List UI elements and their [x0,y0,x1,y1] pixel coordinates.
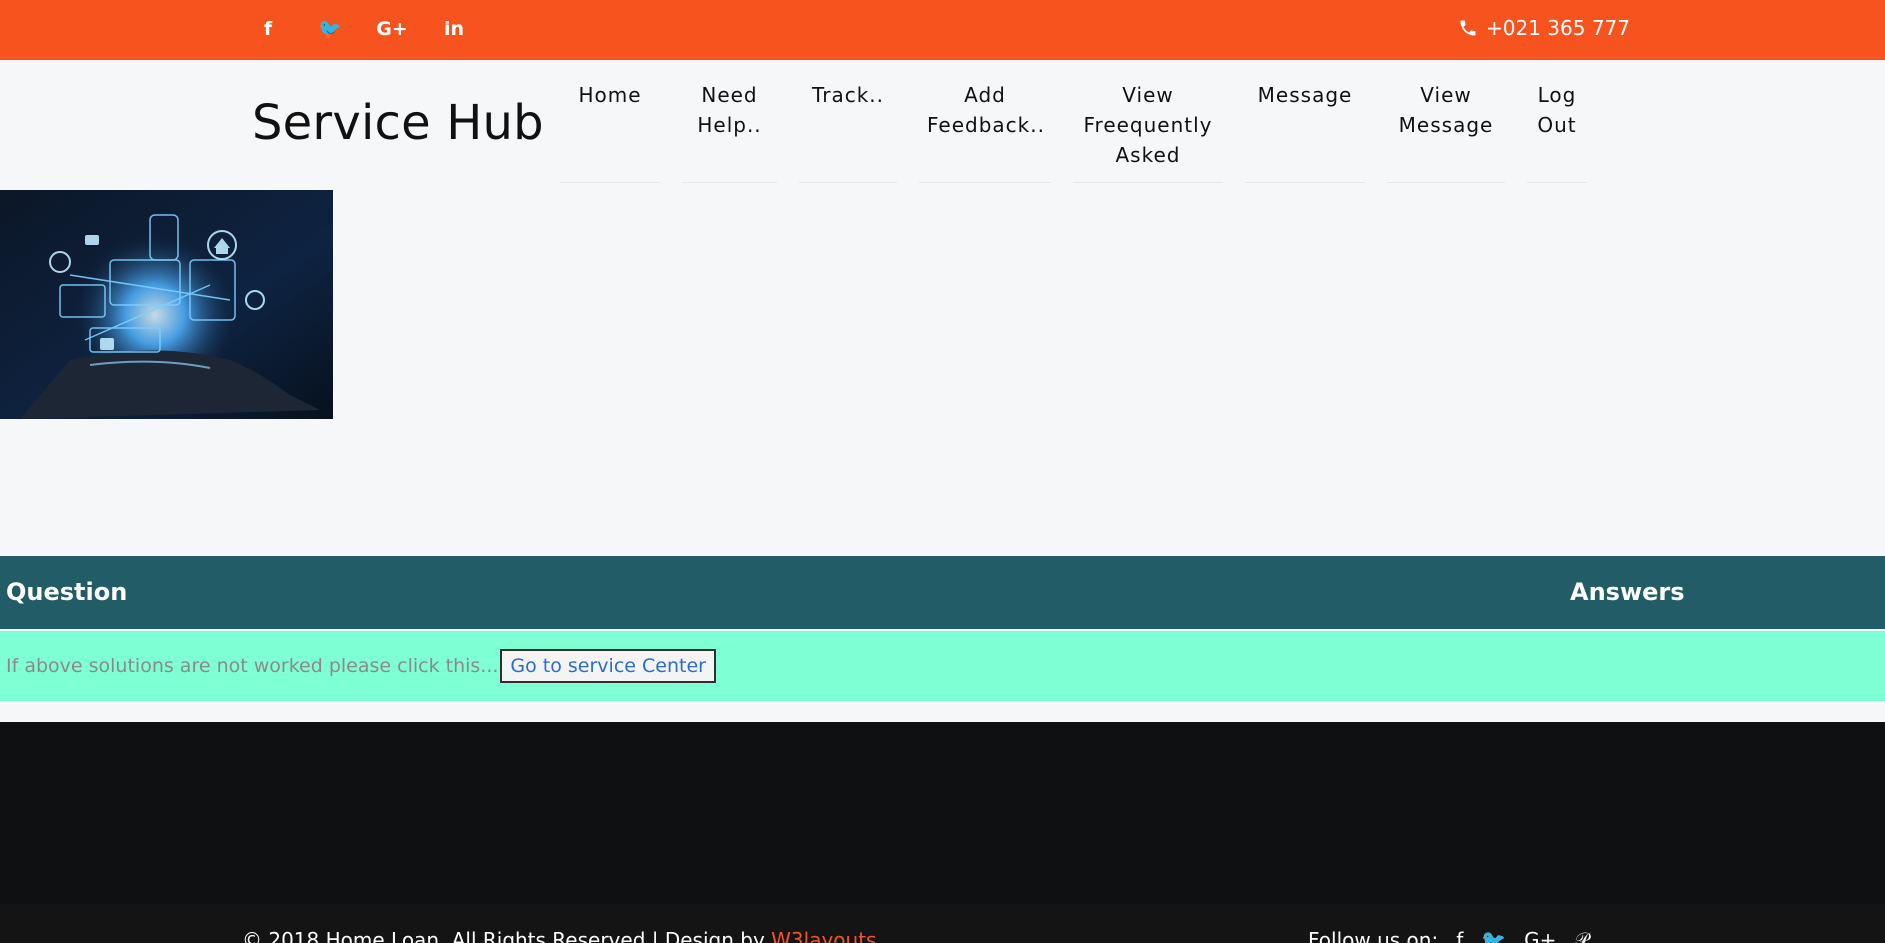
technology-illustration [0,190,333,419]
social-links: f 🐦 G+ in [250,16,472,42]
qa-table-row: If above solutions are not worked please… [0,631,1885,701]
facebook-icon[interactable]: f [250,16,286,42]
top-bar: f 🐦 G+ in +021 365 777 [0,0,1885,60]
nav-view-message[interactable]: View Message [1387,80,1505,183]
footer-bottom-bar: © 2018 Home Loan. All Rights Reserved | … [0,904,1885,943]
answers-column-header: Answers [1570,578,1685,606]
follow-us-label: Follow us on: [1308,928,1439,943]
nav-home[interactable]: Home [560,80,660,183]
nav-add-feedback[interactable]: Add Feedback.. [919,80,1051,183]
site-brand[interactable]: Service Hub [252,95,544,151]
phone-text: +021 365 777 [1486,16,1630,40]
qa-table-header: Question Answers [0,556,1885,629]
hero-image [0,190,333,419]
copyright-text: © 2018 Home Loan. All Rights Reserved | … [242,928,876,943]
google-plus-icon[interactable]: G+ [374,16,410,42]
footer-facebook-icon[interactable]: f [1456,928,1463,943]
phone-icon [1460,20,1476,36]
question-column-header: Question [6,578,128,606]
nav-need-help[interactable]: Need Help.. [682,80,777,183]
w3layouts-link[interactable]: W3layouts [771,928,876,943]
go-to-service-center-button[interactable]: Go to service Center [500,649,716,683]
footer-pinterest-icon[interactable]: 𝒫 [1574,928,1588,943]
footer-google-plus-icon[interactable]: G+ [1524,928,1556,943]
main-nav: Home Need Help.. Track.. Add Feedback.. … [560,80,1587,183]
footer [0,722,1885,904]
service-center-hint: If above solutions are not worked please… [6,655,499,677]
footer-twitter-icon[interactable]: 🐦 [1481,928,1506,943]
nav-track[interactable]: Track.. [799,80,897,183]
nav-view-faq[interactable]: View Freequently Asked [1073,80,1223,183]
follow-us: Follow us on: f 🐦 G+ 𝒫 [1308,928,1589,943]
twitter-icon[interactable]: 🐦 [312,16,348,42]
copyright-prefix: © 2018 Home Loan. All Rights Reserved | … [242,928,772,943]
linkedin-icon[interactable]: in [436,16,472,42]
phone-number: +021 365 777 [1458,16,1630,40]
nav-log-out[interactable]: Log Out [1527,80,1587,183]
nav-message[interactable]: Message [1245,80,1365,183]
